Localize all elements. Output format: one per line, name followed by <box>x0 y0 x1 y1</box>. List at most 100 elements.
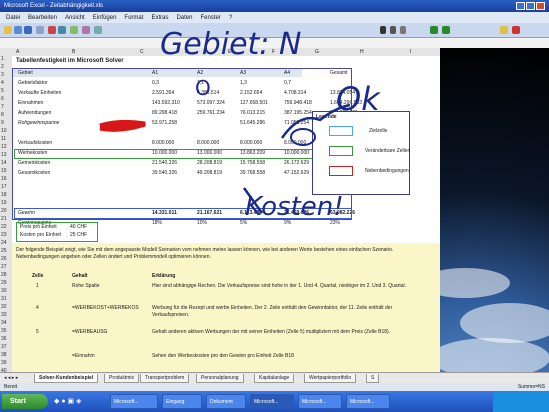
underline-icon[interactable] <box>400 26 406 34</box>
row-number[interactable]: 23 <box>1 232 7 238</box>
col-a[interactable]: A <box>16 49 19 55</box>
redo-icon[interactable] <box>94 26 102 34</box>
value-cell[interactable]: 9% <box>284 220 291 226</box>
value-cell[interactable]: 5% <box>240 220 247 226</box>
row-number[interactable]: 30 <box>1 288 7 294</box>
row-number[interactable]: 18 <box>1 192 7 198</box>
row-number[interactable]: 31 <box>1 296 7 302</box>
undo-icon[interactable] <box>82 26 90 34</box>
desktop-wallpaper-earth <box>440 48 549 372</box>
row-number[interactable]: 1 <box>1 56 4 62</box>
row-number[interactable]: 16 <box>1 176 7 182</box>
task-item[interactable]: Dokument <box>206 394 246 409</box>
tab-solver-kundenbeispiel[interactable]: Solver-Kundenbeispiel <box>34 374 99 383</box>
row-number[interactable]: 4 <box>1 80 4 86</box>
menu-ansicht[interactable]: Ansicht <box>65 15 85 21</box>
col-c[interactable]: C <box>140 49 144 55</box>
fill-color-icon[interactable] <box>500 26 508 34</box>
row-number[interactable]: 25 <box>1 248 7 254</box>
row-number[interactable]: 8 <box>1 112 4 118</box>
tab-transportproblem[interactable]: Transportproblem <box>140 374 190 383</box>
task-item[interactable]: Microsoft... <box>298 394 342 409</box>
tab-wertpapierportfolio[interactable]: Wertpapierportfolio <box>304 374 357 383</box>
task-item[interactable]: Microsoft... <box>110 394 158 409</box>
row-number[interactable]: 39 <box>1 360 7 366</box>
row-number[interactable]: 9 <box>1 120 4 126</box>
col-h[interactable]: H <box>360 49 364 55</box>
print-icon[interactable] <box>36 26 44 34</box>
col-f[interactable]: F <box>272 49 275 55</box>
copy-icon[interactable] <box>58 26 66 34</box>
row-number[interactable]: 3 <box>1 72 4 78</box>
row-number[interactable]: 32 <box>1 304 7 310</box>
row-number[interactable]: 20 <box>1 208 7 214</box>
row-number[interactable]: 37 <box>1 344 7 350</box>
row-number[interactable]: 26 <box>1 256 7 262</box>
row-number[interactable]: 24 <box>1 240 7 246</box>
row-number[interactable]: 35 <box>1 328 7 334</box>
col-e[interactable]: E <box>228 49 231 55</box>
row-number[interactable]: 5 <box>1 88 4 94</box>
task-item[interactable]: Eingang <box>162 394 202 409</box>
row-number[interactable]: 14 <box>1 160 7 166</box>
tab-more[interactable]: S <box>366 374 380 383</box>
legend-label-constraint: Nebenbedingungen <box>365 168 409 174</box>
value-cell[interactable]: 23% <box>330 220 340 226</box>
open-icon[interactable] <box>14 26 22 34</box>
italic-icon[interactable] <box>390 26 396 34</box>
menu-extras[interactable]: Extras <box>151 15 168 21</box>
task-item[interactable]: Microsoft... <box>346 394 390 409</box>
minimize-button[interactable] <box>516 2 525 10</box>
col-g[interactable]: G <box>315 49 319 55</box>
font-color-icon[interactable] <box>512 26 520 34</box>
row-number[interactable]: 13 <box>1 152 7 158</box>
row-number[interactable]: 17 <box>1 184 7 190</box>
row-number[interactable]: 28 <box>1 272 7 278</box>
maximize-button[interactable] <box>526 2 535 10</box>
row-number[interactable]: 15 <box>1 168 7 174</box>
row-number[interactable]: 12 <box>1 144 7 150</box>
menu-hilfe[interactable]: ? <box>229 15 232 21</box>
new-icon[interactable] <box>4 26 12 34</box>
currency-icon[interactable] <box>430 26 438 34</box>
percent-icon[interactable] <box>442 26 450 34</box>
row-number[interactable]: 29 <box>1 280 7 286</box>
cut-icon[interactable] <box>48 26 56 34</box>
tab-personalplanung[interactable]: Personalplanung <box>196 374 244 383</box>
col-i[interactable]: I <box>410 49 411 55</box>
row-number[interactable]: 11 <box>1 136 6 142</box>
start-button[interactable]: Start <box>2 394 48 409</box>
row-number[interactable]: 7 <box>1 104 4 110</box>
worksheet[interactable]: Tabellenfestigkeit im Microsoft Solver G… <box>12 56 440 372</box>
close-button[interactable] <box>536 2 545 10</box>
save-icon[interactable] <box>24 26 32 34</box>
col-b[interactable]: B <box>72 49 75 55</box>
row-number[interactable]: 19 <box>1 200 7 206</box>
menu-fenster[interactable]: Fenster <box>200 15 220 21</box>
quicklaunch-icons[interactable]: ◆ ● ▣ ◈ <box>54 397 81 405</box>
menu-bearbeiten[interactable]: Bearbeiten <box>28 15 57 21</box>
menu-datei[interactable]: Datei <box>6 15 20 21</box>
menu-format[interactable]: Format <box>124 15 143 21</box>
row-number[interactable]: 27 <box>1 264 7 270</box>
tab-kapitalanlage[interactable]: Kapitalanlage <box>254 374 295 383</box>
row-number[interactable]: 2 <box>1 64 4 70</box>
bold-icon[interactable] <box>380 26 386 34</box>
row-number[interactable]: 21 <box>1 216 7 222</box>
col-d[interactable]: D <box>185 49 189 55</box>
row-number[interactable]: 38 <box>1 352 7 358</box>
tab-nav-arrows[interactable]: ◂ ◂ ▸ ▸ <box>4 375 18 381</box>
row-number[interactable]: 36 <box>1 336 7 342</box>
row-number[interactable]: 34 <box>1 320 7 326</box>
row-number[interactable]: 33 <box>1 312 7 318</box>
menu-daten[interactable]: Daten <box>176 15 192 21</box>
paste-icon[interactable] <box>70 26 78 34</box>
task-item[interactable]: Microsoft... <box>250 394 294 409</box>
row-number[interactable]: 22 <box>1 224 7 230</box>
row-number[interactable]: 6 <box>1 96 4 102</box>
value-cell[interactable]: 10% <box>197 220 207 226</box>
value-cell[interactable]: 18% <box>152 220 162 226</box>
menu-einfuegen[interactable]: Einfügen <box>93 15 117 21</box>
row-number[interactable]: 10 <box>1 128 7 134</box>
tab-produktmix[interactable]: Produktmix <box>104 374 140 383</box>
